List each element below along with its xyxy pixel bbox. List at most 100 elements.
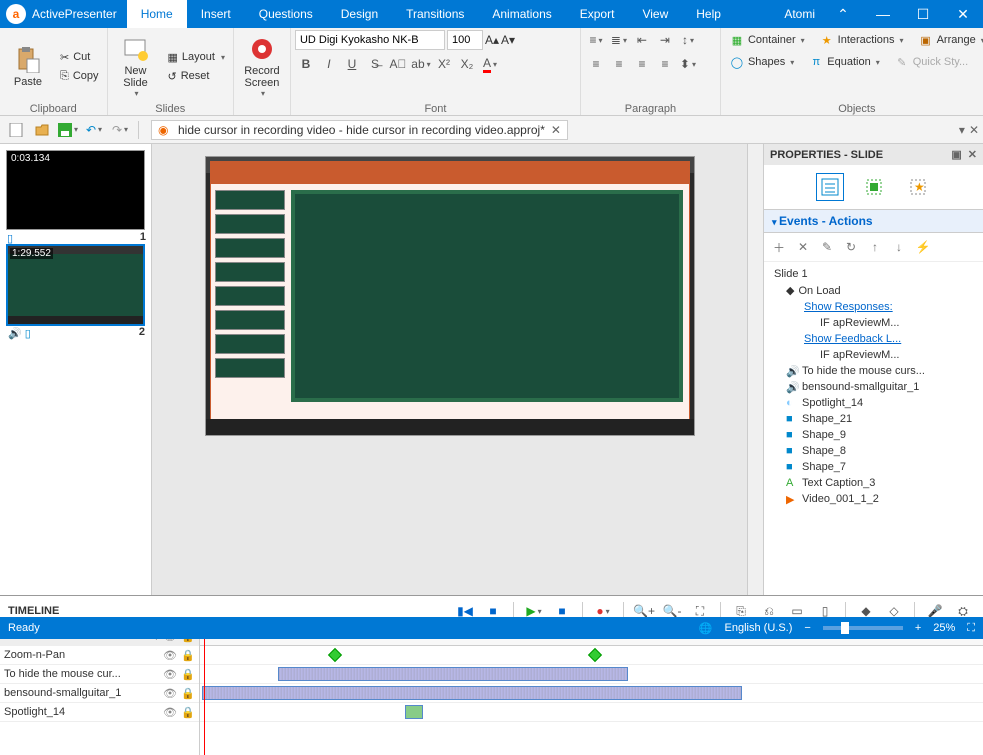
font-family-input[interactable] bbox=[295, 30, 445, 50]
strike-button[interactable]: S̶ bbox=[364, 54, 386, 74]
track-zoom[interactable] bbox=[200, 646, 983, 665]
tab-view[interactable]: View bbox=[628, 0, 682, 28]
track-spotlight[interactable] bbox=[200, 703, 983, 722]
audio-clip[interactable] bbox=[278, 667, 628, 681]
font-size-input[interactable] bbox=[447, 30, 483, 50]
new-slide-button[interactable]: New Slide bbox=[112, 33, 160, 100]
lightning-button[interactable]: ⚡ bbox=[912, 237, 934, 257]
equation-button[interactable]: πEquation bbox=[804, 52, 883, 72]
record-screen-button[interactable]: Record Screen bbox=[238, 33, 286, 100]
tab-questions[interactable]: Questions bbox=[245, 0, 327, 28]
highlight-button[interactable]: ab bbox=[410, 54, 432, 74]
arrange-button[interactable]: ▣Arrange bbox=[914, 30, 983, 50]
slide-thumb-1[interactable]: 0:03.134 1 ▯ bbox=[6, 150, 145, 230]
tab-export[interactable]: Export bbox=[566, 0, 629, 28]
language-button[interactable]: English (U.S.) bbox=[725, 622, 793, 634]
tree-node[interactable]: ■Shape_7 bbox=[764, 459, 983, 475]
tree-node[interactable]: ◆On Load bbox=[764, 282, 983, 299]
playhead[interactable] bbox=[204, 627, 205, 755]
shrink-font-button[interactable]: A▾ bbox=[501, 33, 515, 47]
track-label-row[interactable]: Zoom-n-Pan👁🔒 bbox=[0, 646, 199, 665]
quick-styles-button[interactable]: ✎Quick Sty... bbox=[890, 52, 972, 72]
line-spacing-button[interactable]: ↕ bbox=[677, 30, 699, 50]
clear-format-button[interactable]: A⃠ bbox=[387, 54, 409, 74]
fit-button[interactable]: ⛶ bbox=[967, 622, 975, 635]
tree-node[interactable]: ■Shape_9 bbox=[764, 427, 983, 443]
reset-button[interactable]: ↺Reset bbox=[164, 68, 229, 85]
numbering-button[interactable]: ≣ bbox=[608, 30, 630, 50]
tree-node[interactable]: IF apReviewM... bbox=[764, 315, 983, 331]
minimize-button[interactable]: — bbox=[863, 0, 903, 28]
edit-event-button[interactable]: ✎ bbox=[816, 237, 838, 257]
move-up-button[interactable]: ↑ bbox=[864, 237, 886, 257]
shapes-button[interactable]: ◯Shapes bbox=[725, 52, 798, 72]
zoom-out-button[interactable]: − bbox=[804, 622, 810, 634]
undo-button[interactable]: ↶ bbox=[82, 119, 106, 141]
align-right-button[interactable]: ≡ bbox=[631, 54, 653, 74]
canvas-area[interactable] bbox=[152, 144, 747, 595]
document-tab[interactable]: ◉ hide cursor in recording video - hide … bbox=[151, 120, 568, 140]
tab-transitions[interactable]: Transitions bbox=[392, 0, 478, 28]
align-center-button[interactable]: ≡ bbox=[608, 54, 630, 74]
tree-node[interactable]: AText Caption_3 bbox=[764, 475, 983, 491]
panel-options-button[interactable]: ▾ bbox=[959, 123, 965, 137]
bullets-button[interactable]: ≡ bbox=[585, 30, 607, 50]
lock-icon[interactable]: 🔒 bbox=[181, 649, 195, 662]
lock-icon[interactable]: 🔒 bbox=[181, 687, 195, 700]
track-label-row[interactable]: Spotlight_14👁🔒 bbox=[0, 703, 199, 722]
clip[interactable] bbox=[405, 705, 423, 719]
justify-button[interactable]: ≡ bbox=[654, 54, 676, 74]
eye-icon[interactable]: 👁 bbox=[163, 668, 177, 681]
save-button[interactable] bbox=[56, 119, 80, 141]
interactions-button[interactable]: ★Interactions bbox=[815, 30, 908, 50]
tab-insert[interactable]: Insert bbox=[187, 0, 245, 28]
close-button[interactable]: ✕ bbox=[943, 0, 983, 28]
track-label-row[interactable]: To hide the mouse cur...👁🔒 bbox=[0, 665, 199, 684]
bold-button[interactable]: B bbox=[295, 54, 317, 74]
subscript-button[interactable]: X₂ bbox=[456, 54, 478, 74]
track-label-row[interactable]: bensound-smallguitar_1👁🔒 bbox=[0, 684, 199, 703]
grow-font-button[interactable]: A▴ bbox=[485, 33, 499, 47]
outdent-button[interactable]: ⇤ bbox=[631, 30, 653, 50]
panel-pin-button[interactable]: ▣ bbox=[951, 148, 961, 161]
cut-button[interactable]: ✂Cut bbox=[56, 49, 103, 66]
copy-button[interactable]: ⎘Copy bbox=[56, 68, 103, 85]
tree-node[interactable]: ■Shape_8 bbox=[764, 443, 983, 459]
panel-close-button[interactable]: ✕ bbox=[969, 123, 979, 137]
add-event-button[interactable]: ＋ bbox=[768, 237, 790, 257]
props-tab-size[interactable] bbox=[860, 173, 888, 201]
superscript-button[interactable]: X² bbox=[433, 54, 455, 74]
tree-node[interactable]: Slide 1 bbox=[764, 266, 983, 282]
tree-node[interactable]: Show Responses: bbox=[764, 299, 983, 315]
timeline-ruler-area[interactable]: 00:050:100:150:200:250:300:35 bbox=[200, 627, 983, 755]
tree-node[interactable]: ▶Video_001_1_2 bbox=[764, 491, 983, 507]
tab-help[interactable]: Help bbox=[682, 0, 735, 28]
track-audio-narration[interactable] bbox=[200, 665, 983, 684]
tree-node[interactable]: 🔊To hide the mouse curs... bbox=[764, 363, 983, 379]
eye-icon[interactable]: 👁 bbox=[163, 706, 177, 719]
props-tab-interactivity[interactable]: ★ bbox=[904, 173, 932, 201]
italic-button[interactable]: I bbox=[318, 54, 340, 74]
tab-animations[interactable]: Animations bbox=[478, 0, 565, 28]
eye-icon[interactable]: 👁 bbox=[163, 649, 177, 662]
keyframe-icon[interactable] bbox=[588, 648, 602, 662]
slide-thumb-2[interactable]: 1:29.552 2 🔊 ▯ bbox=[6, 244, 145, 326]
maximize-button[interactable]: ☐ bbox=[903, 0, 943, 28]
delete-event-button[interactable]: ✕ bbox=[792, 237, 814, 257]
zoom-in-button[interactable]: + bbox=[915, 622, 921, 634]
props-tab-general[interactable] bbox=[816, 173, 844, 201]
collapse-ribbon-button[interactable]: ⌃ bbox=[823, 0, 863, 28]
tree-node[interactable]: ◐Spotlight_14 bbox=[764, 395, 983, 411]
events-section-header[interactable]: Events - Actions bbox=[764, 210, 983, 233]
eye-icon[interactable]: 👁 bbox=[163, 687, 177, 700]
tree-node[interactable]: IF apReviewM... bbox=[764, 347, 983, 363]
lock-icon[interactable]: 🔒 bbox=[181, 706, 195, 719]
font-color-button[interactable]: A bbox=[479, 54, 501, 74]
keyframe-icon[interactable] bbox=[328, 648, 342, 662]
container-button[interactable]: ▦Container bbox=[725, 30, 809, 50]
zoom-slider[interactable] bbox=[823, 626, 903, 630]
refresh-button[interactable]: ↻ bbox=[840, 237, 862, 257]
valign-button[interactable]: ⬍ bbox=[677, 54, 699, 74]
redo-button[interactable]: ↷ bbox=[108, 119, 132, 141]
tab-home[interactable]: Home bbox=[127, 0, 187, 28]
